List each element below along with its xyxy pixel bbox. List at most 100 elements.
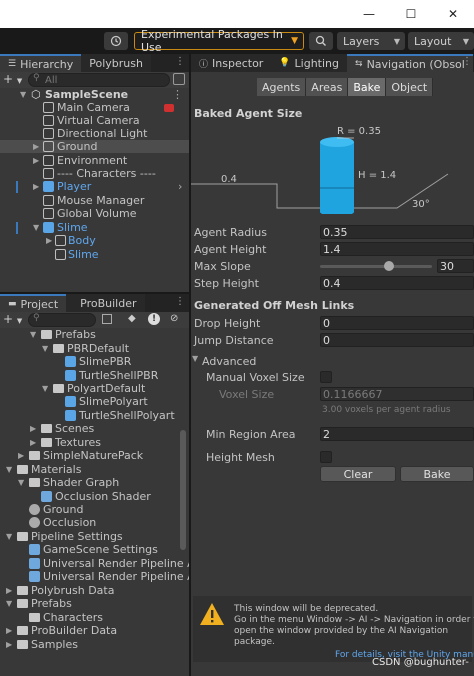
step-height-field[interactable]: 0.4 <box>320 276 474 290</box>
scene-row[interactable]: ▼ ⬡ SampleScene ⋮ <box>0 88 189 101</box>
project-item[interactable]: Universal Render Pipeline A <box>0 570 195 583</box>
hierarchy-item[interactable]: Slime <box>0 248 189 261</box>
tab-bake[interactable]: Bake <box>348 78 387 96</box>
project-item[interactable]: Universal Render Pipeline A <box>0 557 195 570</box>
expand-arrow-icon[interactable]: ▼ <box>42 384 48 393</box>
experimental-packages-dropdown[interactable]: Experimental Packages In Use ▼ <box>134 28 304 54</box>
chevron-right-icon[interactable]: › <box>178 180 182 193</box>
project-search-input[interactable]: ⚲ <box>28 313 96 327</box>
hierarchy-item[interactable]: Mouse Manager <box>0 194 189 207</box>
filter-type-icon[interactable] <box>102 314 112 324</box>
panel-menu-icon[interactable]: ⋮ <box>172 88 183 101</box>
expand-arrow-icon[interactable]: ▶ <box>6 640 12 649</box>
project-item[interactable]: TurtleShellPBR <box>0 368 176 382</box>
filter-icon[interactable] <box>173 73 185 85</box>
hierarchy-item[interactable]: ▶ Environment <box>0 154 189 167</box>
project-item[interactable]: Characters <box>0 610 176 624</box>
project-item[interactable]: ▼ Pipeline Settings <box>0 530 176 543</box>
close-button[interactable]: ✕ <box>432 0 474 28</box>
expand-arrow-icon[interactable]: ▼ <box>192 354 198 363</box>
maximize-button[interactable]: ☐ <box>390 0 432 28</box>
project-scrollbar[interactable] <box>180 430 186 550</box>
agent-radius-field[interactable]: 0.35 <box>320 225 474 239</box>
history-button[interactable] <box>104 32 128 50</box>
tab-areas[interactable]: Areas <box>306 78 349 96</box>
hidden-toggle-icon[interactable]: ⊘ <box>170 313 178 324</box>
expand-arrow-icon[interactable]: ▼ <box>30 330 36 339</box>
bake-button[interactable]: Bake <box>400 466 474 482</box>
project-item[interactable]: Occlusion Shader <box>0 489 176 503</box>
project-item[interactable]: ▶ Samples <box>0 637 176 651</box>
info-icon[interactable]: ! <box>148 313 160 325</box>
tab-hierarchy[interactable]: ☰ Hierarchy <box>0 54 82 72</box>
hierarchy-item[interactable]: ▶ Player › <box>0 180 189 193</box>
minimize-button[interactable]: — <box>348 0 390 28</box>
project-item[interactable]: Ground <box>0 503 176 516</box>
panel-menu-icon[interactable]: ⋮ <box>175 56 185 67</box>
jump-distance-field[interactable]: 0 <box>320 333 474 347</box>
panel-menu-icon[interactable]: ⋮ <box>462 56 472 67</box>
project-item[interactable]: ▶ Scenes <box>0 422 176 435</box>
manual-voxel-checkbox[interactable] <box>320 371 332 383</box>
project-item[interactable]: ▶ Polybrush Data <box>0 584 176 597</box>
project-item[interactable]: ▼ Prefabs <box>0 328 176 341</box>
panel-menu-icon[interactable]: ⋮ <box>175 296 185 307</box>
project-item[interactable]: ▼ Shader Graph <box>0 476 176 489</box>
expand-arrow-icon[interactable]: ▼ <box>6 532 12 541</box>
layout-label: Layout <box>414 34 452 48</box>
tab-polybrush[interactable]: Polybrush <box>81 54 151 72</box>
search-button[interactable] <box>309 32 333 50</box>
max-slope-slider-thumb[interactable] <box>384 261 395 271</box>
expand-arrow-icon[interactable]: ▼ <box>42 344 48 353</box>
hierarchy-search-input[interactable]: ⚲ All <box>28 73 170 87</box>
tab-project[interactable]: ▬ Project <box>0 294 67 312</box>
hierarchy-item[interactable]: ---- Characters ---- <box>0 167 189 180</box>
project-item[interactable]: SlimePBR <box>0 355 176 368</box>
hierarchy-item[interactable]: Global Volume <box>0 207 189 220</box>
hierarchy-item[interactable]: Directional Light <box>0 127 189 140</box>
expand-arrow-icon[interactable]: ▶ <box>30 424 36 433</box>
hierarchy-item[interactable]: Virtual Camera <box>0 114 189 127</box>
project-item[interactable]: ▼ Prefabs <box>0 597 176 610</box>
tab-object[interactable]: Object <box>386 78 434 96</box>
project-item[interactable]: ▶ ProBuilder Data <box>0 624 176 637</box>
project-item[interactable]: ▶ Textures <box>0 436 176 449</box>
project-item[interactable]: ▶ SimpleNaturePack <box>0 449 176 462</box>
expand-arrow-icon[interactable]: ▼ <box>18 478 24 487</box>
project-item[interactable]: ▼ PBRDefault <box>0 341 176 355</box>
expand-arrow-icon[interactable]: ▶ <box>6 586 12 595</box>
expand-arrow-icon[interactable]: ▶ <box>30 438 36 447</box>
project-item[interactable]: GameScene Settings <box>0 543 176 556</box>
tab-agents[interactable]: Agents <box>257 78 307 96</box>
hierarchy-item[interactable]: Main Camera <box>0 101 189 114</box>
hierarchy-item[interactable]: ▼ Slime <box>0 221 189 234</box>
expand-arrow-icon[interactable]: ▶ <box>6 626 12 635</box>
expand-arrow-icon[interactable]: ▼ <box>6 465 12 474</box>
expand-arrow-icon[interactable]: ▶ <box>18 451 24 460</box>
project-item[interactable]: SlimePolyart <box>0 395 176 408</box>
advanced-foldout[interactable]: Advanced <box>202 355 256 368</box>
drop-height-field[interactable]: 0 <box>320 316 474 330</box>
tab-probuilder[interactable]: ProBuilder <box>66 294 145 312</box>
layout-dropdown[interactable]: Layout ▼ <box>408 32 474 50</box>
project-item[interactable]: TurtleShellPolyart <box>0 409 176 422</box>
project-item[interactable]: Occlusion <box>0 516 176 529</box>
max-slope-slider-track[interactable] <box>320 265 432 268</box>
expand-arrow-icon[interactable]: ▼ <box>6 599 12 608</box>
add-button[interactable]: + ▼ <box>3 312 22 326</box>
clear-button[interactable]: Clear <box>320 466 396 482</box>
filter-label-icon[interactable]: ◆ <box>128 313 136 324</box>
tab-lighting[interactable]: 💡 Lighting <box>271 54 348 72</box>
project-item[interactable]: ▼ Materials <box>0 463 176 476</box>
agent-height-field[interactable]: 1.4 <box>320 242 474 256</box>
tab-navigation[interactable]: ⇆ Navigation (Obsol <box>347 54 473 72</box>
hierarchy-item-selected[interactable]: ▶ Ground <box>0 140 189 154</box>
project-item[interactable]: ▼ PolyartDefault <box>0 382 176 395</box>
max-slope-field[interactable]: 30 <box>437 259 474 273</box>
height-mesh-checkbox[interactable] <box>320 451 332 463</box>
min-region-field[interactable]: 2 <box>320 427 474 441</box>
hierarchy-item[interactable]: ▶ Body <box>0 234 189 247</box>
layers-dropdown[interactable]: Layers ▼ <box>337 32 405 50</box>
tab-inspector[interactable]: ⓘ Inspector <box>191 54 272 72</box>
add-button[interactable]: + ▼ <box>3 72 22 86</box>
